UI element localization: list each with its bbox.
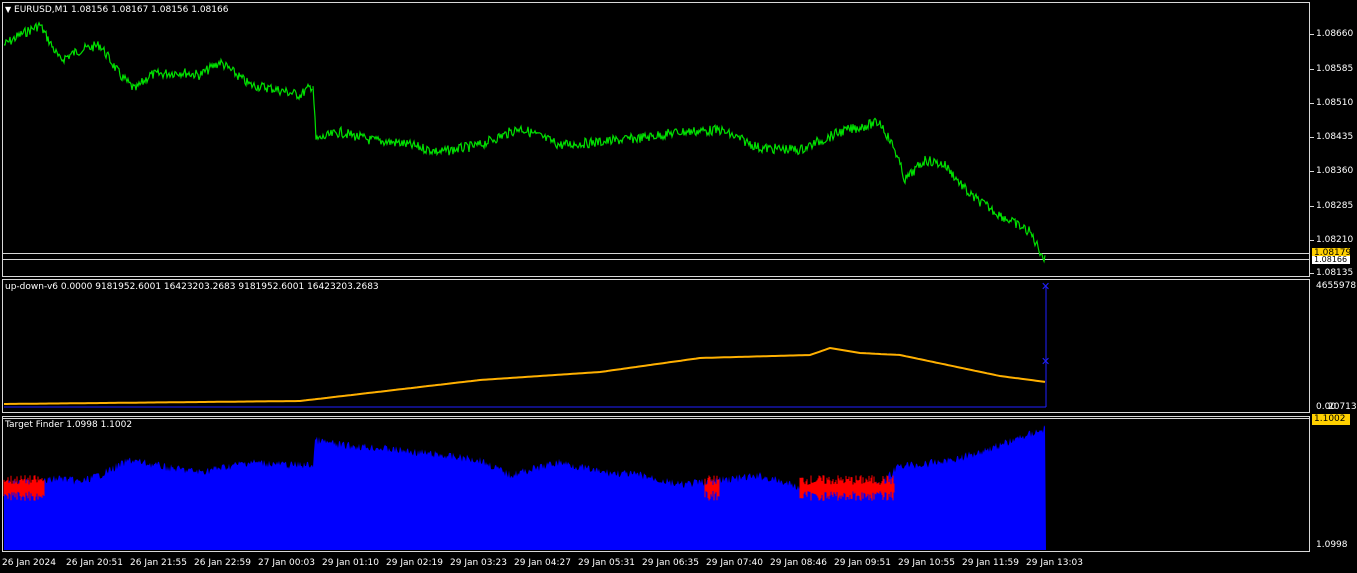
indicator-updown-title: up-down-v6 0.0000 9181952.6001 16423203.… xyxy=(5,282,379,292)
time-label: 29 Jan 08:46 xyxy=(770,558,827,568)
time-label: 26 Jan 21:55 xyxy=(130,558,187,568)
time-label: 26 Jan 2024 xyxy=(2,558,56,568)
price-label: 1.08660 xyxy=(1316,29,1354,39)
time-label: 27 Jan 00:03 xyxy=(258,558,315,568)
time-label: 29 Jan 03:23 xyxy=(450,558,507,568)
price-series-line xyxy=(3,21,1046,264)
price-label: 1.08135 xyxy=(1316,268,1354,278)
time-label: 29 Jan 07:40 xyxy=(706,558,763,568)
price-label: 1.08435 xyxy=(1316,132,1354,142)
time-label: 29 Jan 05:31 xyxy=(578,558,635,568)
time-label: 29 Jan 13:03 xyxy=(1026,558,1083,568)
time-label: 29 Jan 06:35 xyxy=(642,558,699,568)
updown-cross-icon: ✕ xyxy=(1041,355,1050,368)
price-label: 1.08360 xyxy=(1316,166,1354,176)
price-label: 1.08510 xyxy=(1316,98,1354,108)
price-label: 1.08210 xyxy=(1316,235,1354,245)
target-top-badge: 1.1002 xyxy=(1312,414,1350,425)
time-label: 29 Jan 04:27 xyxy=(514,558,571,568)
time-label: 29 Jan 02:19 xyxy=(386,558,443,568)
symbol-quote: EURUSD,M1 1.08156 1.08167 1.08156 1.0816… xyxy=(14,5,229,15)
updown-cross-icon: ✕ xyxy=(1041,280,1050,293)
updown-top-label: 46559781. xyxy=(1316,281,1357,291)
time-label: 26 Jan 22:59 xyxy=(194,558,251,568)
ask-price-badge: 1.08166 xyxy=(1312,256,1350,264)
time-label: 29 Jan 11:59 xyxy=(962,558,1019,568)
target-bottom-label: 1.0998 xyxy=(1316,540,1348,550)
main-chart-title: ▼ EURUSD,M1 1.08156 1.08167 1.08156 1.08… xyxy=(5,5,228,15)
updown-bottom-label-b: 207132. xyxy=(1328,402,1357,412)
time-label: 29 Jan 01:10 xyxy=(322,558,379,568)
collapse-triangle-icon[interactable]: ▼ xyxy=(5,5,11,14)
price-label: 1.08585 xyxy=(1316,64,1354,74)
updown-series-line xyxy=(4,346,1046,405)
time-label: 29 Jan 09:51 xyxy=(834,558,891,568)
price-label: 1.08285 xyxy=(1316,201,1354,211)
indicator-target-finder-title: Target Finder 1.0998 1.1002 xyxy=(5,420,133,430)
time-label: 26 Jan 20:51 xyxy=(66,558,123,568)
time-label: 29 Jan 10:55 xyxy=(898,558,955,568)
